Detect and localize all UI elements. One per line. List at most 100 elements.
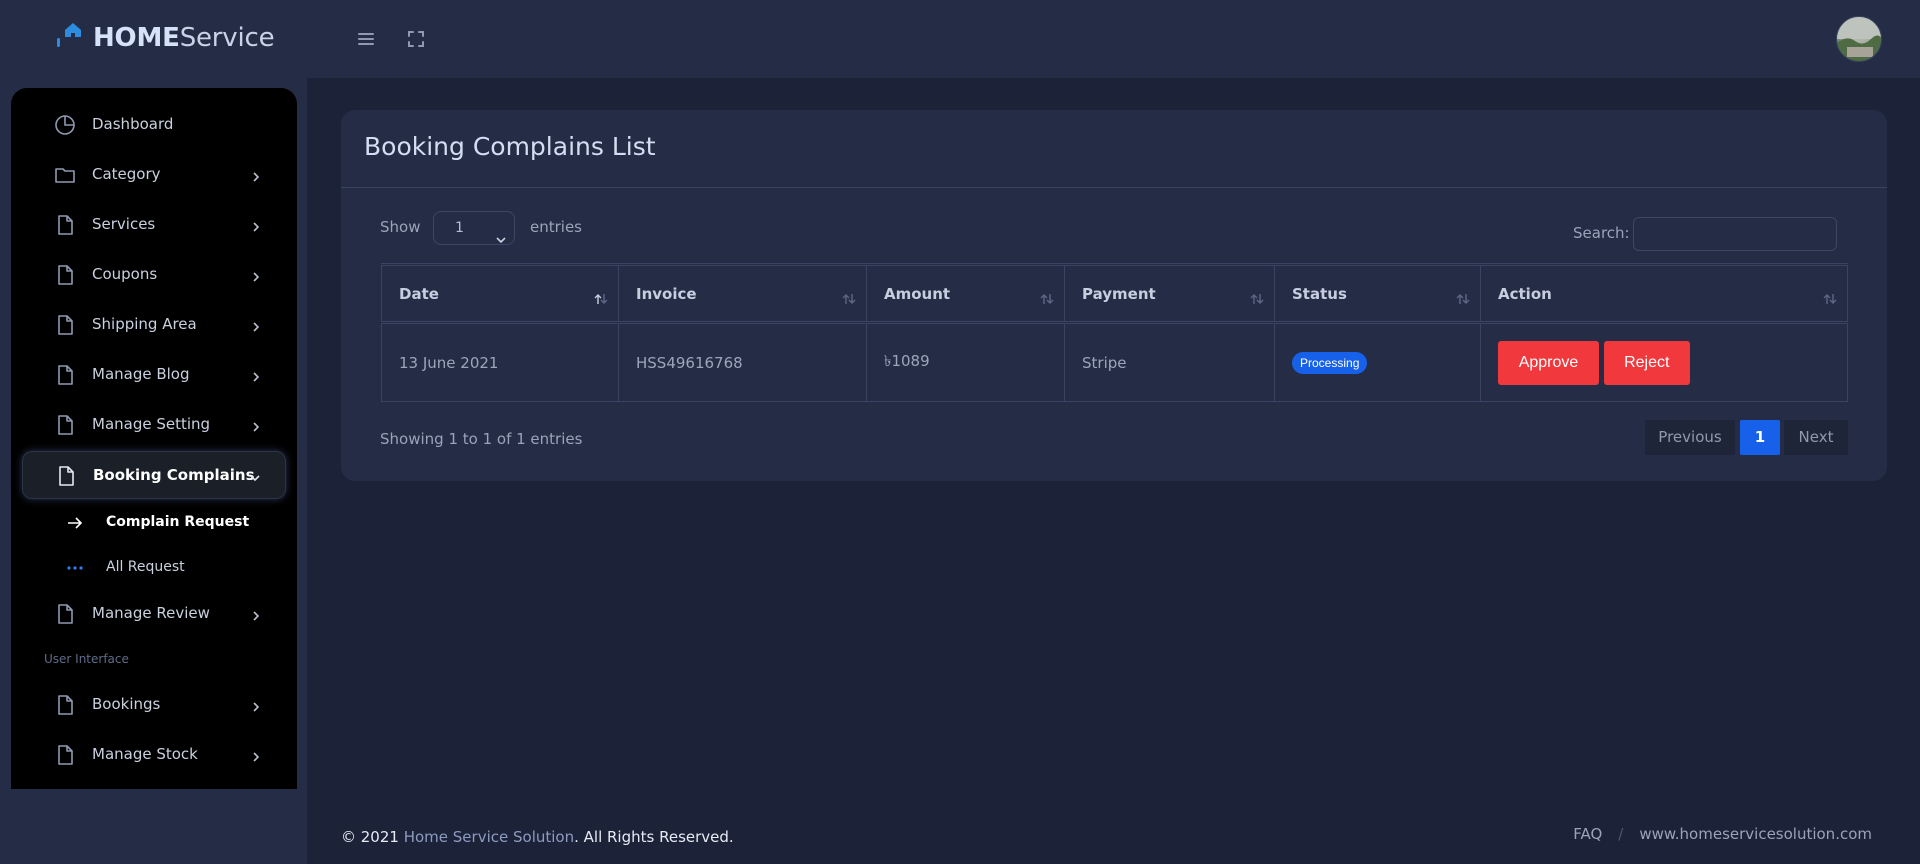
chevron-right-icon xyxy=(250,318,262,332)
sidebar-item-booking-complains[interactable]: Booking Complains xyxy=(22,451,286,499)
chevron-down-icon xyxy=(249,469,261,482)
sidebar-item-services[interactable]: Services xyxy=(22,202,286,246)
sidebar-subitem-all-request[interactable]: All Request xyxy=(66,553,185,581)
page-title: Booking Complains List xyxy=(364,132,656,161)
sidebar-item-manage-review[interactable]: Manage Review xyxy=(22,591,286,635)
sidebar-item-label: Category xyxy=(92,165,161,183)
page-length-select[interactable]: 1 xyxy=(433,211,515,245)
sidebar-section-label: User Interface xyxy=(44,652,129,666)
sidebar-item-label: Dashboard xyxy=(92,115,174,133)
sort-icon xyxy=(1456,291,1470,304)
sort-icon xyxy=(1250,291,1264,304)
website-link[interactable]: www.homeservicesolution.com xyxy=(1639,825,1872,843)
file-icon xyxy=(54,264,76,286)
sort-asc-icon xyxy=(594,291,608,304)
table-info: Showing 1 to 1 of 1 entries xyxy=(380,430,583,448)
search-input[interactable] xyxy=(1633,217,1837,251)
sidebar-item-bookings[interactable]: Bookings xyxy=(22,682,286,726)
sidebar-subitem-label: Complain Request xyxy=(106,514,250,530)
chevron-down-icon xyxy=(496,224,506,244)
entries-label: entries xyxy=(530,218,582,236)
column-header-action[interactable]: Action xyxy=(1480,263,1848,324)
divider xyxy=(341,187,1887,188)
brand-logo[interactable]: HOMEService xyxy=(53,20,275,56)
chevron-right-icon xyxy=(250,218,262,232)
sidebar-item-label: Manage Stock xyxy=(92,745,198,763)
chevron-right-icon xyxy=(250,368,262,382)
sidebar-item-label: Manage Review xyxy=(92,604,210,622)
footer-links: FAQ / www.homeservicesolution.com xyxy=(1573,825,1872,843)
cell-invoice: HSS49616768 xyxy=(618,322,867,402)
column-header-payment[interactable]: Payment xyxy=(1064,263,1275,324)
sidebar-item-label: Booking Complains xyxy=(93,466,255,484)
chevron-right-icon xyxy=(250,268,262,282)
sidebar-item-label: Manage Blog xyxy=(92,365,190,383)
chevron-right-icon xyxy=(250,168,262,182)
reject-button[interactable]: Reject xyxy=(1603,340,1690,385)
avatar[interactable] xyxy=(1836,16,1882,62)
table-header-row: Date Invoice Amount Payment Status Actio… xyxy=(381,263,1848,324)
approve-button[interactable]: Approve xyxy=(1498,340,1599,385)
chevron-right-icon xyxy=(250,607,262,621)
complains-table: Date Invoice Amount Payment Status Actio… xyxy=(381,263,1848,402)
sidebar-item-manage-blog[interactable]: Manage Blog xyxy=(22,352,286,396)
column-header-status[interactable]: Status xyxy=(1274,263,1481,324)
column-header-invoice[interactable]: Invoice xyxy=(618,263,867,324)
hamburger-icon[interactable] xyxy=(354,27,378,51)
column-header-amount[interactable]: Amount xyxy=(866,263,1065,324)
sort-icon xyxy=(1040,291,1054,304)
house-logo-icon xyxy=(53,22,93,56)
sidebar-item-dashboard[interactable]: Dashboard xyxy=(22,102,286,146)
dots-icon xyxy=(66,560,84,574)
search-label: Search: xyxy=(1573,224,1630,242)
chevron-right-icon xyxy=(250,748,262,762)
sidebar-item-label: Services xyxy=(92,215,156,233)
fullscreen-icon[interactable] xyxy=(404,27,428,51)
folder-icon xyxy=(54,164,76,186)
sidebar-item-label: Bookings xyxy=(92,695,161,713)
chevron-right-icon xyxy=(250,698,262,712)
cell-payment: Stripe xyxy=(1064,322,1275,402)
cell-action: Approve Reject xyxy=(1480,322,1848,402)
cell-amount: ৳1089 xyxy=(866,322,1065,402)
sidebar-item-label: Shipping Area xyxy=(92,315,197,333)
column-header-date[interactable]: Date xyxy=(381,263,619,324)
file-icon xyxy=(54,364,76,386)
sidebar-subitem-complain-request[interactable]: Complain Request xyxy=(66,508,249,536)
sort-icon xyxy=(842,291,856,304)
sidebar-subitem-label: All Request xyxy=(106,559,185,575)
faq-link[interactable]: FAQ xyxy=(1573,825,1602,843)
next-page-button[interactable]: Next xyxy=(1784,420,1848,455)
file-icon xyxy=(54,694,76,716)
booking-complains-card: Booking Complains List Show 1 entries Se… xyxy=(341,110,1887,481)
page-1-button[interactable]: 1 xyxy=(1740,420,1780,455)
sidebar-item-label: Coupons xyxy=(92,265,158,283)
sort-icon xyxy=(1823,291,1837,304)
sidebar-item-label: Manage Setting xyxy=(92,415,211,433)
footer-copyright: © 2021 Home Service Solution. All Rights… xyxy=(341,828,734,846)
file-icon xyxy=(54,414,76,436)
file-icon xyxy=(54,603,76,625)
page-length-value: 1 xyxy=(455,220,464,236)
brand-name: HOMEService xyxy=(93,23,275,53)
sidebar-item-coupons[interactable]: Coupons xyxy=(22,252,286,296)
top-bar: HOMEService xyxy=(0,0,1920,78)
file-icon xyxy=(54,314,76,336)
cell-date: 13 June 2021 xyxy=(381,322,619,402)
sidebar-item-manage-setting[interactable]: Manage Setting xyxy=(22,402,286,446)
sidebar: Dashboard Category Services Coupons Ship… xyxy=(11,88,297,789)
chevron-right-icon xyxy=(250,418,262,432)
file-icon xyxy=(54,214,76,236)
sidebar-item-shipping-area[interactable]: Shipping Area xyxy=(22,302,286,346)
file-icon xyxy=(55,465,77,487)
file-icon xyxy=(54,744,76,766)
show-label: Show xyxy=(380,218,421,236)
previous-page-button[interactable]: Previous xyxy=(1645,420,1735,455)
pie-chart-icon xyxy=(54,114,76,136)
arrow-right-icon xyxy=(66,515,84,529)
sidebar-item-manage-stock[interactable]: Manage Stock xyxy=(22,732,286,776)
sidebar-item-category[interactable]: Category xyxy=(22,152,286,196)
cell-status: Processing xyxy=(1274,322,1481,402)
status-badge: Processing xyxy=(1292,351,1368,374)
footer-brand-link[interactable]: Home Service Solution xyxy=(404,828,574,846)
